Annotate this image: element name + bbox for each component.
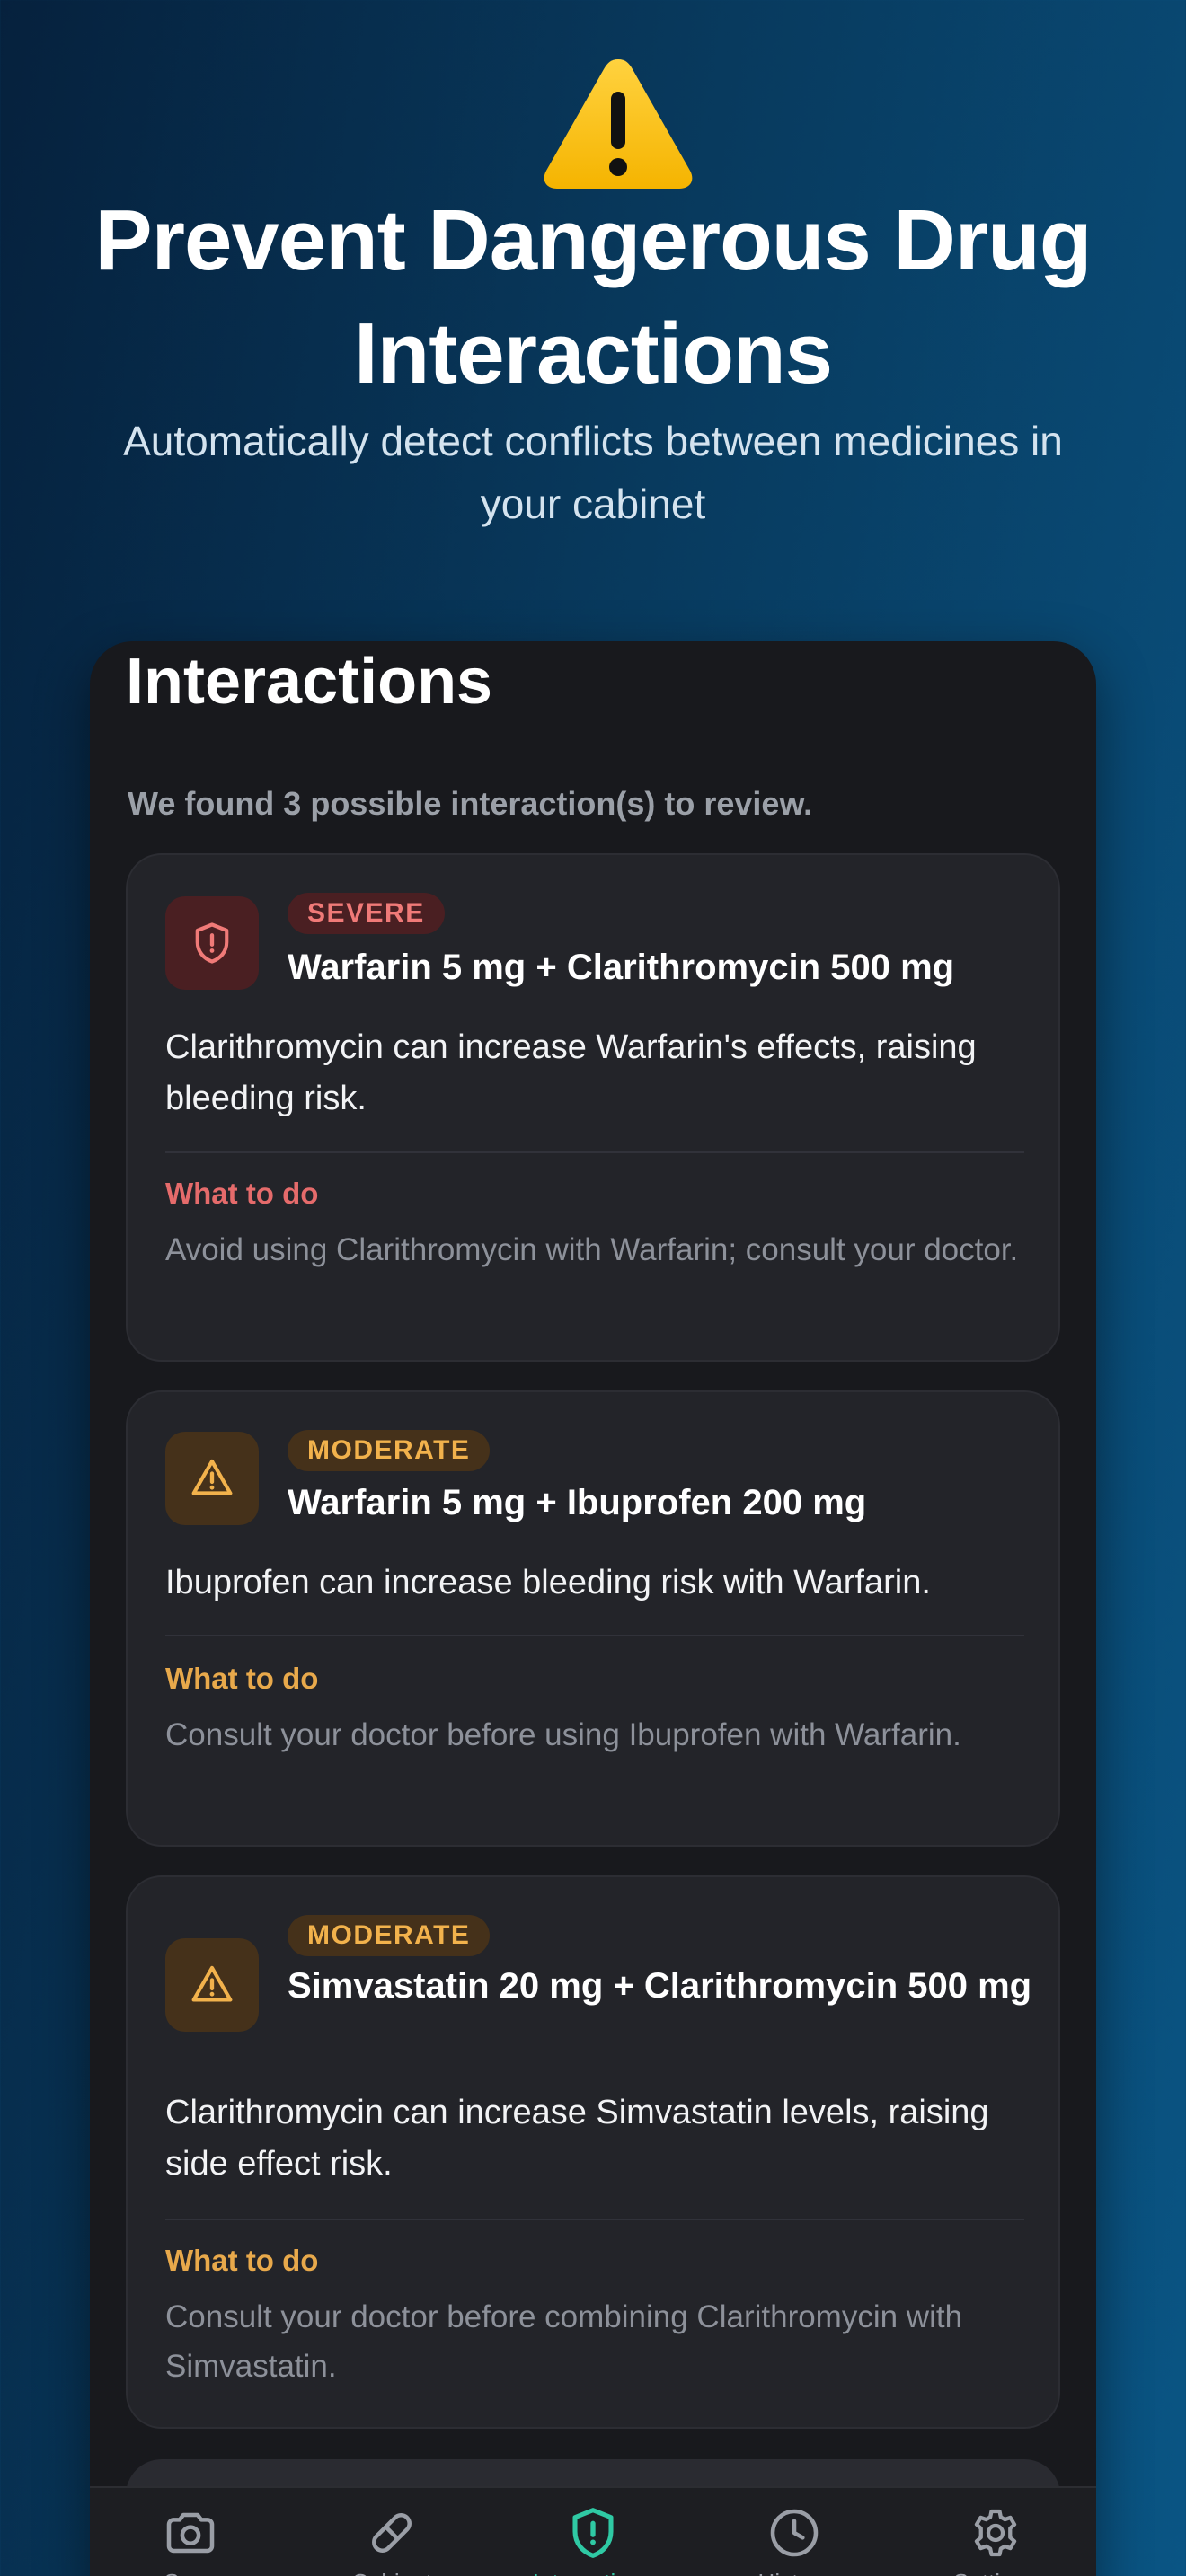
warning-icon [544,59,693,189]
tab-label: Interactions [492,2569,694,2576]
warning-triangle-icon [191,1965,233,2002]
severity-icon-box [165,896,259,990]
warning-triangle-icon [191,1459,233,1495]
what-to-do-text: Consult your doctor before combining Cla… [165,2299,963,2384]
severity-icon-box [165,1938,259,2032]
what-to-do-text: Avoid using Clarithromycin with Warfarin… [165,1232,1019,1267]
gear-icon [974,2509,1017,2557]
interaction-title: Warfarin 5 mg + Ibuprofen 200 mg [288,1483,867,1522]
tab-label: Scan [90,2569,291,2576]
interaction-title: Simvastatin 20 mg + Clarithromycin 500 m… [288,1966,1032,2006]
divider [165,1151,1024,1153]
interaction-description: Clarithromycin can increase Simvastatin … [165,2094,989,2183]
tab-bar: Scan Cabinet Interactions History Setti [90,2486,1096,2576]
hero-subtitle: Automatically detect conflicts between m… [123,418,1063,527]
shield-alert-icon [195,922,229,964]
panel-title: Interactions [126,646,493,718]
tab-cabinet[interactable]: Cabinet [291,2488,492,2576]
interaction-card[interactable]: MODERATE Simvastatin 20 mg + Clarithromy… [126,1875,1060,2429]
camera-icon [166,2512,215,2554]
tab-scan[interactable]: Scan [90,2488,291,2576]
interactions-summary: We found 3 possible interaction(s) to re… [128,785,813,822]
pill-icon [372,2513,412,2553]
interaction-title: Warfarin 5 mg + Clarithromycin 500 mg [288,948,955,987]
what-to-do-label: What to do [165,1177,319,1210]
interaction-description: Clarithromycin can increase Warfarin's e… [165,1028,977,1117]
divider [165,1635,1024,1636]
interaction-description: Ibuprofen can increase bleeding risk wit… [165,1564,931,1601]
divider [165,2219,1024,2220]
tab-interactions[interactable]: Interactions [492,2488,694,2576]
what-to-do-label: What to do [165,2244,319,2277]
tab-label: Settings [895,2569,1096,2576]
tab-label: History [694,2569,895,2576]
interactions-panel: Interactions We found 3 possible interac… [90,641,1096,2576]
severity-badge: MODERATE [288,1915,491,1956]
what-to-do-label: What to do [165,1662,319,1695]
interaction-card[interactable]: SEVERE Warfarin 5 mg + Clarithromycin 50… [126,853,1060,1362]
severity-badge: MODERATE [288,1430,491,1471]
shield-alert-icon [572,2508,614,2558]
hero-title: Prevent Dangerous Drug Interactions [94,192,1093,401]
tab-label: Cabinet [291,2569,492,2576]
severity-badge: SEVERE [288,893,445,934]
clock-icon [770,2509,819,2557]
tab-history[interactable]: History [694,2488,895,2576]
what-to-do-text: Consult your doctor before using Ibuprof… [165,1717,961,1752]
severity-icon-box [165,1432,259,1525]
tab-settings[interactable]: Settings [895,2488,1096,2576]
interaction-card[interactable]: MODERATE Warfarin 5 mg + Ibuprofen 200 m… [126,1390,1060,1847]
